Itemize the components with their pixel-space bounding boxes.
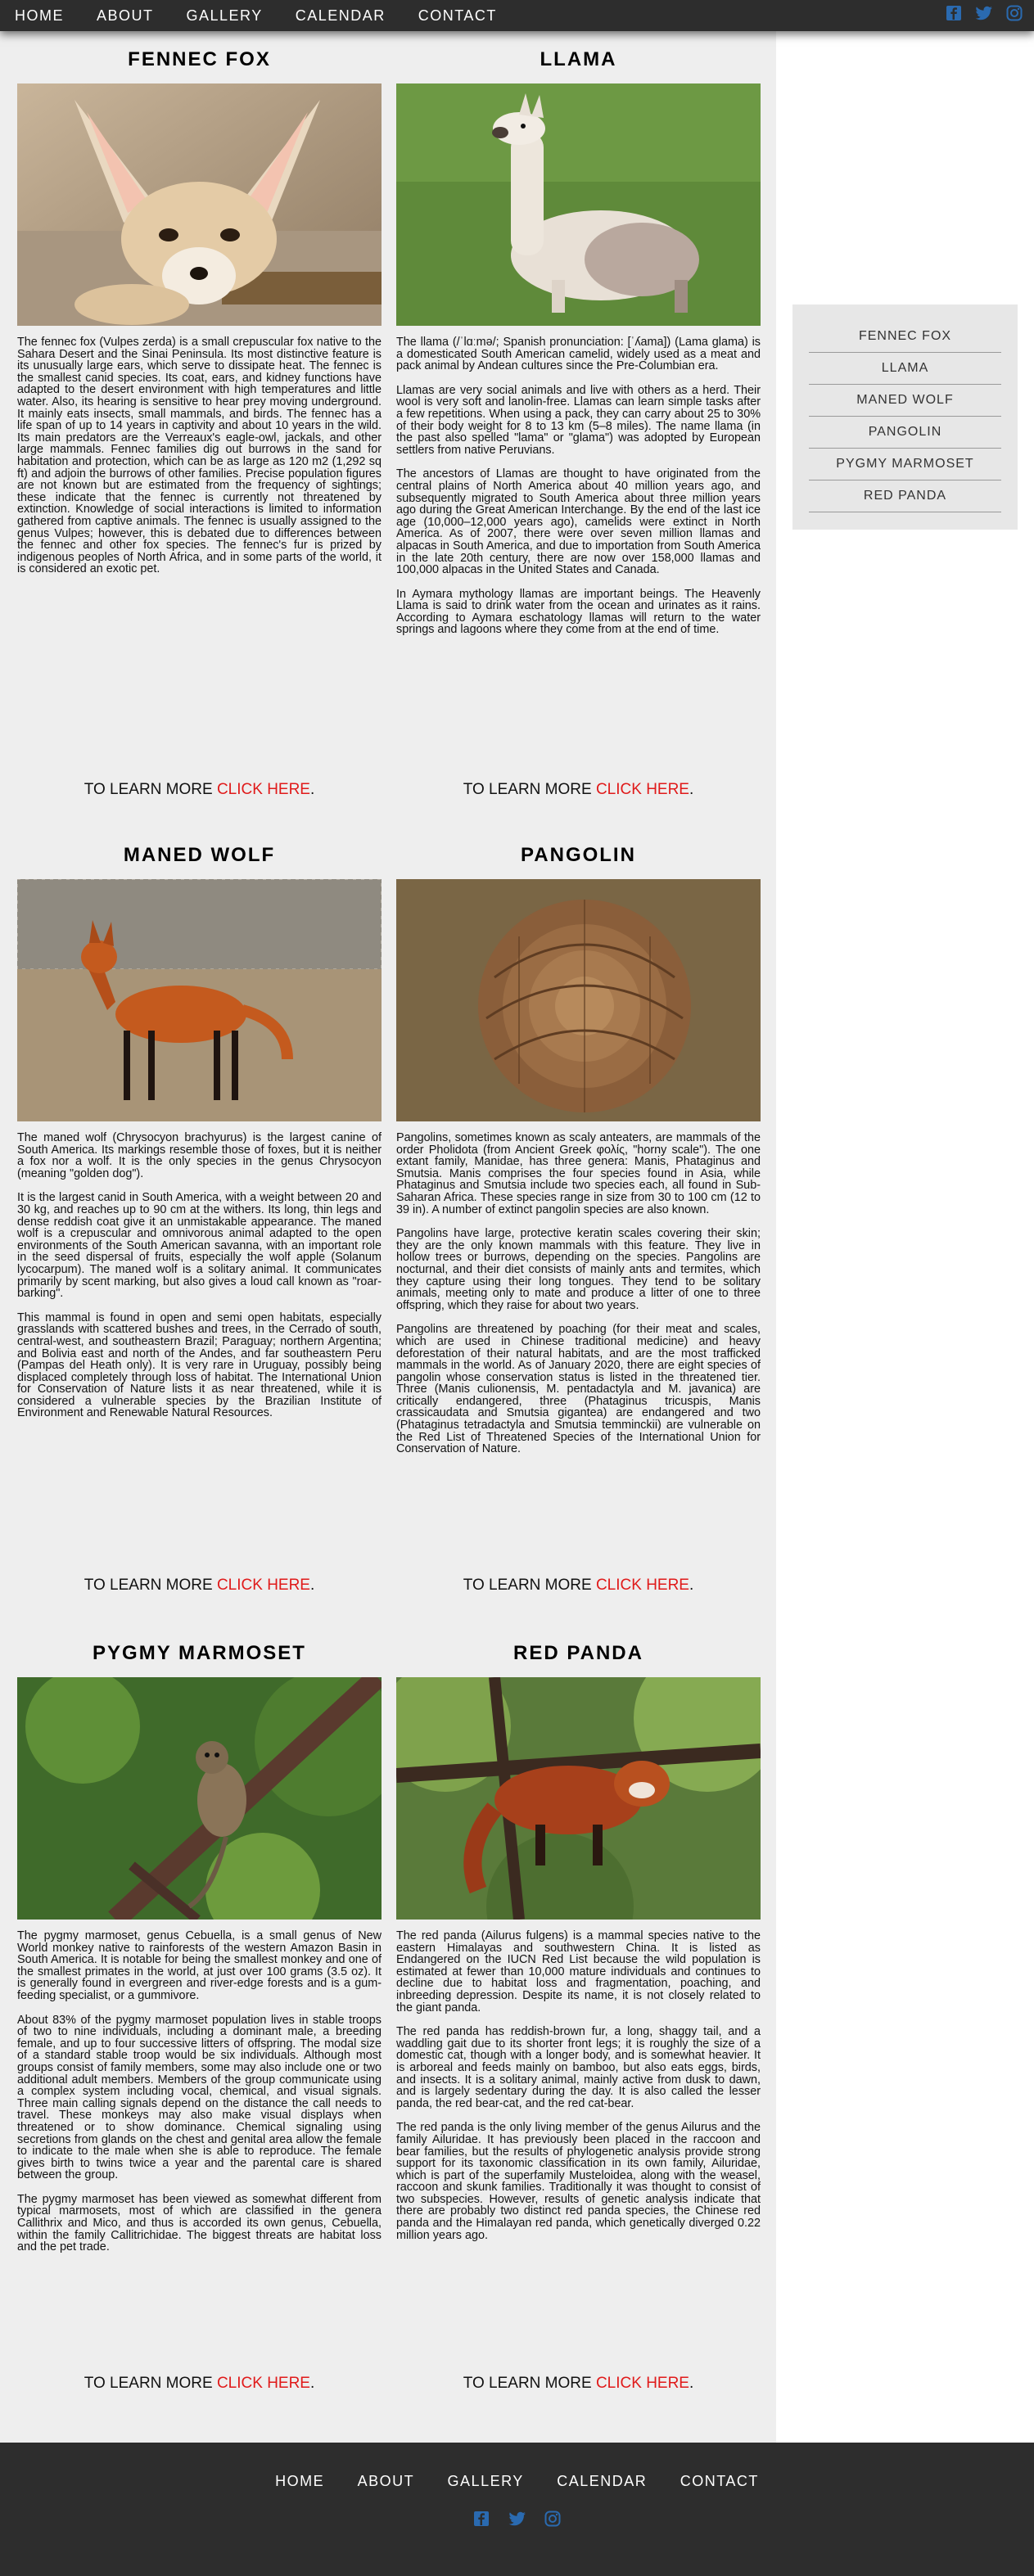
nav-gallery-link[interactable]: GALLERY <box>187 7 263 25</box>
animal-title: LLAMA <box>540 48 617 70</box>
twitter-icon[interactable] <box>975 5 993 25</box>
footer-social-icons <box>0 2511 1034 2531</box>
nav-about-link[interactable]: ABOUT <box>97 7 154 25</box>
animal-description: The maned wolf (Chrysocyon brachyurus) i… <box>17 1132 382 1558</box>
learn-more-line: TO LEARN MORE CLICK HERE. <box>17 781 382 799</box>
nav-home-link[interactable]: HOME <box>15 7 64 25</box>
learn-more-line: TO LEARN MORE CLICK HERE. <box>396 1577 761 1595</box>
animal-description: Pangolins, sometimes known as scaly ante… <box>396 1132 761 1558</box>
description-paragraph: It is the largest canid in South America… <box>17 1191 382 1301</box>
learn-more-suffix: . <box>689 781 694 798</box>
instagram-icon[interactable] <box>544 2511 561 2531</box>
description-paragraph: The red panda has reddish-brown fur, a l… <box>396 2025 761 2110</box>
sidebar-item-fennec-fox[interactable]: FENNEC FOX <box>809 321 1001 353</box>
animal-card-llama: LLAMA The llama (/ˈlɑːmə/; Spanish pronu… <box>396 46 761 798</box>
learn-more-prefix: TO LEARN MORE <box>84 781 217 798</box>
click-here-link[interactable]: CLICK HERE <box>217 781 310 798</box>
top-nav-links: HOME ABOUT GALLERY CALENDAR CONTACT <box>15 0 530 31</box>
animal-card-pygmy-marmoset: PYGMY MARMOSET The pygmy marmoset, genus… <box>17 1640 382 2392</box>
description-paragraph: Pangolins are threatened by poaching (fo… <box>396 1323 761 1456</box>
description-paragraph: The pygmy marmoset has been viewed as so… <box>17 2192 382 2254</box>
animal-description: The red panda (Ailurus fulgens) is a mam… <box>396 1930 761 2356</box>
animal-card-fennec-fox: FENNEC FOX The fennec fox (Vulpes zerda)… <box>17 46 382 798</box>
description-paragraph: About 83% of the pygmy marmoset populati… <box>17 2013 382 2182</box>
facebook-icon[interactable] <box>946 5 962 25</box>
pangolin-image <box>396 879 761 1121</box>
learn-more-suffix: . <box>309 781 315 798</box>
learn-more-suffix: . <box>309 2375 315 2392</box>
learn-more-line: TO LEARN MORE CLICK HERE. <box>17 1577 382 1595</box>
footer-nav-links: HOME ABOUT GALLERY CALENDAR CONTACT <box>0 2443 1034 2490</box>
learn-more-suffix: . <box>689 1577 694 1594</box>
description-paragraph: The red panda is the only living member … <box>396 2121 761 2242</box>
learn-more-prefix: TO LEARN MORE <box>84 2375 217 2392</box>
description-paragraph: Llamas are very social animals and live … <box>396 383 761 457</box>
description-paragraph: The fennec fox (Vulpes zerda) is a small… <box>17 336 382 576</box>
animal-card-maned-wolf: MANED WOLF The maned wolf (Chrysocyon br… <box>17 841 382 1594</box>
footer-calendar-link[interactable]: CALENDAR <box>557 2473 647 2489</box>
learn-more-prefix: TO LEARN MORE <box>463 1577 596 1594</box>
learn-more-line: TO LEARN MORE CLICK HERE. <box>17 2375 382 2393</box>
sidebar-item-maned-wolf[interactable]: MANED WOLF <box>809 385 1001 417</box>
animal-title: PANGOLIN <box>521 844 636 866</box>
animal-description: The pygmy marmoset, genus Cebuella, is a… <box>17 1930 382 2356</box>
footer-contact-link[interactable]: CONTACT <box>680 2473 759 2489</box>
animal-description: The fennec fox (Vulpes zerda) is a small… <box>17 336 382 762</box>
animal-title: MANED WOLF <box>123 844 276 866</box>
click-here-link[interactable]: CLICK HERE <box>596 781 689 798</box>
footer-about-link[interactable]: ABOUT <box>358 2473 415 2489</box>
sidebar-item-llama[interactable]: LLAMA <box>809 353 1001 385</box>
red-panda-image <box>396 1677 761 1920</box>
description-paragraph: The maned wolf (Chrysocyon brachyurus) i… <box>17 1131 382 1180</box>
learn-more-suffix: . <box>689 2375 694 2392</box>
animal-description: The llama (/ˈlɑːmə/; Spanish pronunciati… <box>396 336 761 762</box>
top-navbar: HOME ABOUT GALLERY CALENDAR CONTACT <box>0 0 1034 31</box>
llama-image <box>396 83 761 326</box>
learn-more-line: TO LEARN MORE CLICK HERE. <box>396 2375 761 2393</box>
sidebar-item-pangolin[interactable]: PANGOLIN <box>809 417 1001 449</box>
nav-contact-link[interactable]: CONTACT <box>418 7 497 25</box>
animal-title: FENNEC FOX <box>128 48 271 70</box>
animal-sidebar-menu: FENNEC FOX LLAMA MANED WOLF PANGOLIN PYG… <box>792 305 1018 530</box>
click-here-link[interactable]: CLICK HERE <box>596 1577 689 1594</box>
learn-more-prefix: TO LEARN MORE <box>463 781 596 798</box>
learn-more-suffix: . <box>309 1577 315 1594</box>
description-paragraph: In Aymara mythology llamas are important… <box>396 587 761 637</box>
click-here-link[interactable]: CLICK HERE <box>596 2375 689 2392</box>
fennec-fox-image <box>17 83 382 326</box>
pygmy-marmoset-image <box>17 1677 382 1920</box>
facebook-icon[interactable] <box>473 2511 490 2531</box>
description-paragraph: The ancestors of Llamas are thought to h… <box>396 467 761 577</box>
nav-calendar-link[interactable]: CALENDAR <box>296 7 386 25</box>
maned-wolf-image <box>17 879 382 1121</box>
animal-card-pangolin: PANGOLIN Pangolins, sometimes known as s… <box>396 841 761 1594</box>
top-social-icons <box>932 5 1023 25</box>
instagram-icon[interactable] <box>1006 5 1023 25</box>
footer: HOME ABOUT GALLERY CALENDAR CONTACT <box>0 2443 1034 2576</box>
animal-card-red-panda: RED PANDA The red panda (Ailurus fulgens… <box>396 1640 761 2392</box>
learn-more-prefix: TO LEARN MORE <box>463 2375 596 2392</box>
footer-home-link[interactable]: HOME <box>275 2473 324 2489</box>
description-paragraph: This mammal is found in open and semi op… <box>17 1311 382 1420</box>
main-content: FENNEC FOX The fennec fox (Vulpes zerda)… <box>0 31 776 2443</box>
sidebar-item-red-panda[interactable]: RED PANDA <box>809 480 1001 512</box>
click-here-link[interactable]: CLICK HERE <box>217 2375 310 2392</box>
animal-title: PYGMY MARMOSET <box>93 1642 306 1664</box>
learn-more-line: TO LEARN MORE CLICK HERE. <box>396 781 761 799</box>
description-paragraph: The pygmy marmoset, genus Cebuella, is a… <box>17 1929 382 2002</box>
description-paragraph: Pangolins have large, protective keratin… <box>396 1227 761 1312</box>
learn-more-prefix: TO LEARN MORE <box>84 1577 217 1594</box>
description-paragraph: The red panda (Ailurus fulgens) is a mam… <box>396 1929 761 2014</box>
sidebar-item-pygmy-marmoset[interactable]: PYGMY MARMOSET <box>809 449 1001 480</box>
description-paragraph: The llama (/ˈlɑːmə/; Spanish pronunciati… <box>396 336 761 373</box>
click-here-link[interactable]: CLICK HERE <box>217 1577 310 1594</box>
animal-title: RED PANDA <box>513 1642 643 1664</box>
twitter-icon[interactable] <box>508 2511 526 2531</box>
footer-gallery-link[interactable]: GALLERY <box>448 2473 524 2489</box>
description-paragraph: Pangolins, sometimes known as scaly ante… <box>396 1131 761 1216</box>
